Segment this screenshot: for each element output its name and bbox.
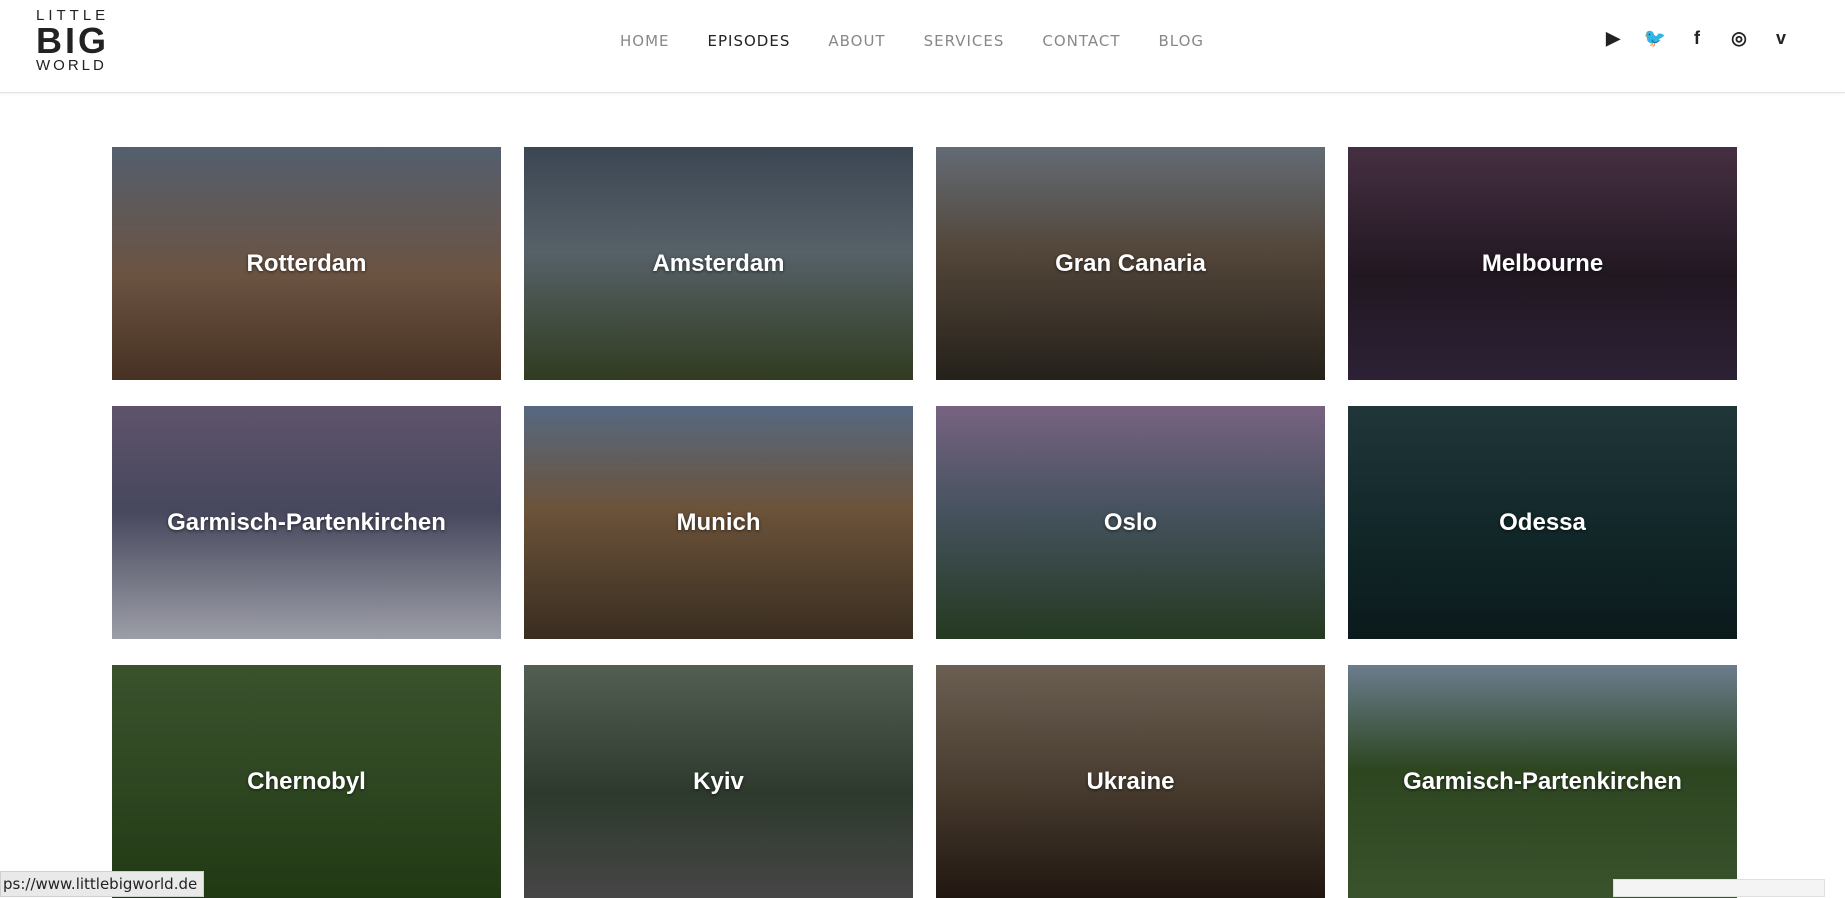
episode-tile[interactable]: Munich <box>524 406 913 639</box>
episode-title: Gran Canaria <box>1055 249 1206 277</box>
episode-title: Odessa <box>1499 508 1586 536</box>
episode-title: Amsterdam <box>652 249 785 277</box>
episode-tile[interactable]: Amsterdam <box>524 147 913 380</box>
episode-title: Garmisch-Partenkirchen <box>167 508 446 536</box>
episode-tile[interactable]: Garmisch-Partenkirchen <box>112 406 501 639</box>
vimeo-icon[interactable]: v <box>1769 26 1793 50</box>
episode-tile[interactable]: Ukraine <box>936 665 1325 898</box>
instagram-icon[interactable]: ◎ <box>1727 26 1751 50</box>
site-header: LITTLE BIG WORLD HOME EPISODES ABOUT SER… <box>0 0 1845 93</box>
nav-services[interactable]: SERVICES <box>924 32 1005 50</box>
nav-home[interactable]: HOME <box>620 32 670 50</box>
status-bar-url: ps://www.littlebigworld.de <box>0 871 205 897</box>
site-logo[interactable]: LITTLE BIG WORLD <box>36 8 109 74</box>
episode-tile[interactable]: Garmisch-Partenkirchen <box>1348 665 1737 898</box>
episode-title: Ukraine <box>1086 767 1175 795</box>
facebook-icon[interactable]: f <box>1685 26 1709 50</box>
youtube-icon[interactable]: ▶ <box>1601 26 1625 50</box>
episode-tile[interactable]: Rotterdam <box>112 147 501 380</box>
episodes-grid: Rotterdam Amsterdam Gran Canaria Melbour… <box>112 147 1737 898</box>
corner-widget <box>1613 879 1825 897</box>
logo-line-big: BIG <box>36 20 110 61</box>
social-links: ▶ 🐦 f ◎ v <box>1601 26 1793 50</box>
episode-tile[interactable]: Chernobyl <box>112 665 501 898</box>
episode-tile[interactable]: Kyiv <box>524 665 913 898</box>
episode-title: Chernobyl <box>247 767 366 795</box>
episode-tile[interactable]: Melbourne <box>1348 147 1737 380</box>
twitter-icon[interactable]: 🐦 <box>1643 26 1667 50</box>
episode-tile[interactable]: Odessa <box>1348 406 1737 639</box>
episode-title: Garmisch-Partenkirchen <box>1403 767 1682 795</box>
episode-title: Oslo <box>1103 508 1158 536</box>
episode-title: Melbourne <box>1481 249 1604 277</box>
nav-episodes[interactable]: EPISODES <box>708 32 791 50</box>
main-nav: HOME EPISODES ABOUT SERVICES CONTACT BLO… <box>620 32 1242 50</box>
nav-contact[interactable]: CONTACT <box>1042 32 1120 50</box>
episode-title: Rotterdam <box>246 249 367 277</box>
logo-line-world: WORLD <box>36 57 107 74</box>
episode-title: Kyiv <box>693 767 744 795</box>
nav-blog[interactable]: BLOG <box>1159 32 1205 50</box>
episode-tile[interactable]: Oslo <box>936 406 1325 639</box>
nav-about[interactable]: ABOUT <box>828 32 885 50</box>
episode-title: Munich <box>676 508 761 536</box>
episode-tile[interactable]: Gran Canaria <box>936 147 1325 380</box>
